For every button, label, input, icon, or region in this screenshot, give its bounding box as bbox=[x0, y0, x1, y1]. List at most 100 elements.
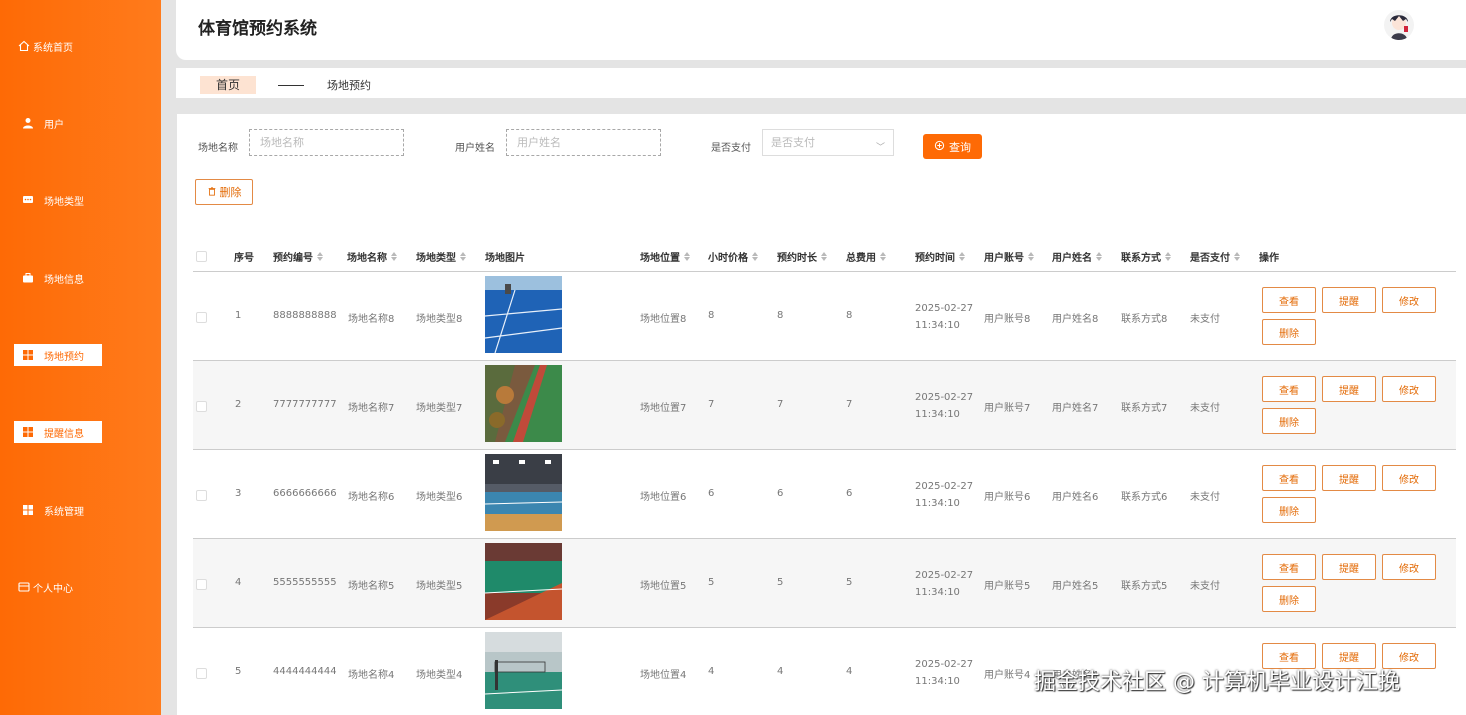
cell-code: 7777777777 bbox=[273, 399, 337, 410]
column-header-total[interactable]: 总费用 bbox=[846, 249, 886, 264]
cell-duration: 6 bbox=[777, 488, 784, 499]
venue-image bbox=[485, 543, 562, 620]
view-button[interactable]: 查看 bbox=[1262, 376, 1316, 402]
column-header-duration[interactable]: 预约时长 bbox=[777, 249, 827, 264]
column-header-contact[interactable]: 联系方式 bbox=[1121, 249, 1171, 264]
grid-icon bbox=[22, 426, 34, 438]
cell-paid: 未支付 bbox=[1190, 314, 1220, 325]
cell-username: 用户姓名7 bbox=[1052, 403, 1099, 414]
sidebar-item-label: 场地类型 bbox=[44, 196, 84, 208]
row-checkbox[interactable] bbox=[196, 668, 207, 679]
edit-button[interactable]: 修改 bbox=[1382, 376, 1436, 402]
column-header-code[interactable]: 预约编号 bbox=[273, 249, 323, 264]
sidebar-item-system[interactable]: 系统管理 bbox=[14, 499, 102, 521]
sidebar-item-home[interactable]: 系统首页 bbox=[14, 35, 102, 57]
row-checkbox[interactable] bbox=[196, 401, 207, 412]
sort-icon[interactable] bbox=[1165, 252, 1171, 261]
sidebar-item-profile[interactable]: 个人中心 bbox=[14, 576, 102, 598]
paid-select-value: 是否支付 bbox=[771, 136, 815, 149]
sidebar-item-label: 个人中心 bbox=[33, 583, 73, 595]
table-row: 1 8888888888 场地名称8 场地类型8 场地位置8 8 8 8 202… bbox=[193, 272, 1456, 361]
cell-contact: 联系方式8 bbox=[1121, 314, 1168, 325]
paid-label: 是否支付 bbox=[711, 143, 751, 154]
sort-icon[interactable] bbox=[684, 252, 690, 261]
sort-icon[interactable] bbox=[1096, 252, 1102, 261]
remind-button[interactable]: 提醒 bbox=[1322, 554, 1376, 580]
trash-icon bbox=[207, 186, 217, 199]
briefcase-icon bbox=[22, 272, 34, 284]
column-header-type[interactable]: 场地类型 bbox=[416, 249, 466, 264]
column-header-price[interactable]: 小时价格 bbox=[708, 249, 758, 264]
cell-paid: 未支付 bbox=[1190, 581, 1220, 592]
user-name-input[interactable] bbox=[506, 129, 661, 156]
watermark: 掘金技术社区 @ 计算机毕业设计江挽 bbox=[1034, 670, 1400, 695]
sidebar-item-label: 场地信息 bbox=[44, 274, 84, 286]
sidebar-item-label: 提醒信息 bbox=[44, 428, 84, 440]
cell-location: 场地位置4 bbox=[640, 670, 687, 681]
breadcrumb-home[interactable]: 首页 bbox=[200, 76, 256, 94]
sort-icon[interactable] bbox=[317, 252, 323, 261]
remind-button[interactable]: 提醒 bbox=[1322, 465, 1376, 491]
sort-icon[interactable] bbox=[752, 252, 758, 261]
sidebar-item-venue-info[interactable]: 场地信息 bbox=[14, 267, 102, 289]
avatar[interactable] bbox=[1384, 10, 1414, 40]
remind-button[interactable]: 提醒 bbox=[1322, 376, 1376, 402]
cell-name: 场地名称6 bbox=[348, 492, 395, 503]
sidebar-item-venue-type[interactable]: 场地类型 bbox=[14, 189, 102, 211]
sidebar-item-venue-booking[interactable]: 场地预约 bbox=[14, 344, 102, 366]
row-checkbox[interactable] bbox=[196, 490, 207, 501]
cell-code: 8888888888 bbox=[273, 310, 337, 321]
venue-name-input[interactable] bbox=[249, 129, 404, 156]
column-header-time[interactable]: 预约时间 bbox=[915, 249, 965, 264]
sort-icon[interactable] bbox=[959, 252, 965, 261]
view-button[interactable]: 查看 bbox=[1262, 554, 1316, 580]
edit-button[interactable]: 修改 bbox=[1382, 287, 1436, 313]
sort-icon[interactable] bbox=[880, 252, 886, 261]
app-title: 体育馆预约系统 bbox=[198, 19, 317, 39]
select-all-checkbox[interactable] bbox=[196, 251, 207, 262]
batch-delete-button[interactable]: 删除 bbox=[195, 179, 253, 205]
cell-time: 2025-02-27 11:34:10 bbox=[915, 481, 974, 509]
column-header-username[interactable]: 用户姓名 bbox=[1052, 249, 1102, 264]
paid-select[interactable]: 是否支付 ﹀ bbox=[762, 129, 894, 156]
cell-price: 5 bbox=[708, 577, 715, 588]
delete-button[interactable]: 删除 bbox=[1262, 497, 1316, 523]
sort-icon[interactable] bbox=[1028, 252, 1034, 261]
table-row: 4 5555555555 场地名称5 场地类型5 场地位置5 5 5 5 202… bbox=[193, 539, 1456, 628]
remind-button[interactable]: 提醒 bbox=[1322, 287, 1376, 313]
delete-button[interactable]: 删除 bbox=[1262, 408, 1316, 434]
sidebar-item-reminders[interactable]: 提醒信息 bbox=[14, 421, 102, 443]
cell-name: 场地名称7 bbox=[348, 403, 395, 414]
breadcrumb-current: 场地预约 bbox=[327, 79, 371, 92]
row-checkbox[interactable] bbox=[196, 579, 207, 590]
view-button[interactable]: 查看 bbox=[1262, 287, 1316, 313]
column-header-paid[interactable]: 是否支付 bbox=[1190, 249, 1240, 264]
sidebar-item-users[interactable]: 用户 bbox=[14, 112, 102, 134]
cell-price: 7 bbox=[708, 399, 715, 410]
row-checkbox[interactable] bbox=[196, 312, 207, 323]
sort-icon[interactable] bbox=[821, 252, 827, 261]
column-header-account[interactable]: 用户账号 bbox=[984, 249, 1034, 264]
user-icon bbox=[22, 117, 34, 129]
cell-name: 场地名称4 bbox=[348, 670, 395, 681]
column-header-actions: 操作 bbox=[1259, 253, 1279, 264]
cell-duration: 8 bbox=[777, 310, 784, 321]
cell-time: 2025-02-27 11:34:10 bbox=[915, 392, 974, 420]
column-header-location[interactable]: 场地位置 bbox=[640, 249, 690, 264]
cell-type: 场地类型7 bbox=[416, 403, 463, 414]
edit-button[interactable]: 修改 bbox=[1382, 465, 1436, 491]
chevron-down-icon: ﹀ bbox=[875, 143, 885, 153]
delete-button[interactable]: 删除 bbox=[1262, 586, 1316, 612]
sort-icon[interactable] bbox=[460, 252, 466, 261]
column-header-name[interactable]: 场地名称 bbox=[347, 249, 397, 264]
query-button[interactable]: 查询 bbox=[923, 134, 982, 159]
edit-button[interactable]: 修改 bbox=[1382, 554, 1436, 580]
sort-icon[interactable] bbox=[1234, 252, 1240, 261]
sort-icon[interactable] bbox=[391, 252, 397, 261]
delete-button[interactable]: 删除 bbox=[1262, 319, 1316, 345]
cell-account: 用户账号5 bbox=[984, 581, 1031, 592]
view-button[interactable]: 查看 bbox=[1262, 465, 1316, 491]
cell-username: 用户姓名5 bbox=[1052, 581, 1099, 592]
sidebar-item-label: 系统首页 bbox=[33, 42, 73, 54]
cell-contact: 联系方式6 bbox=[1121, 492, 1168, 503]
